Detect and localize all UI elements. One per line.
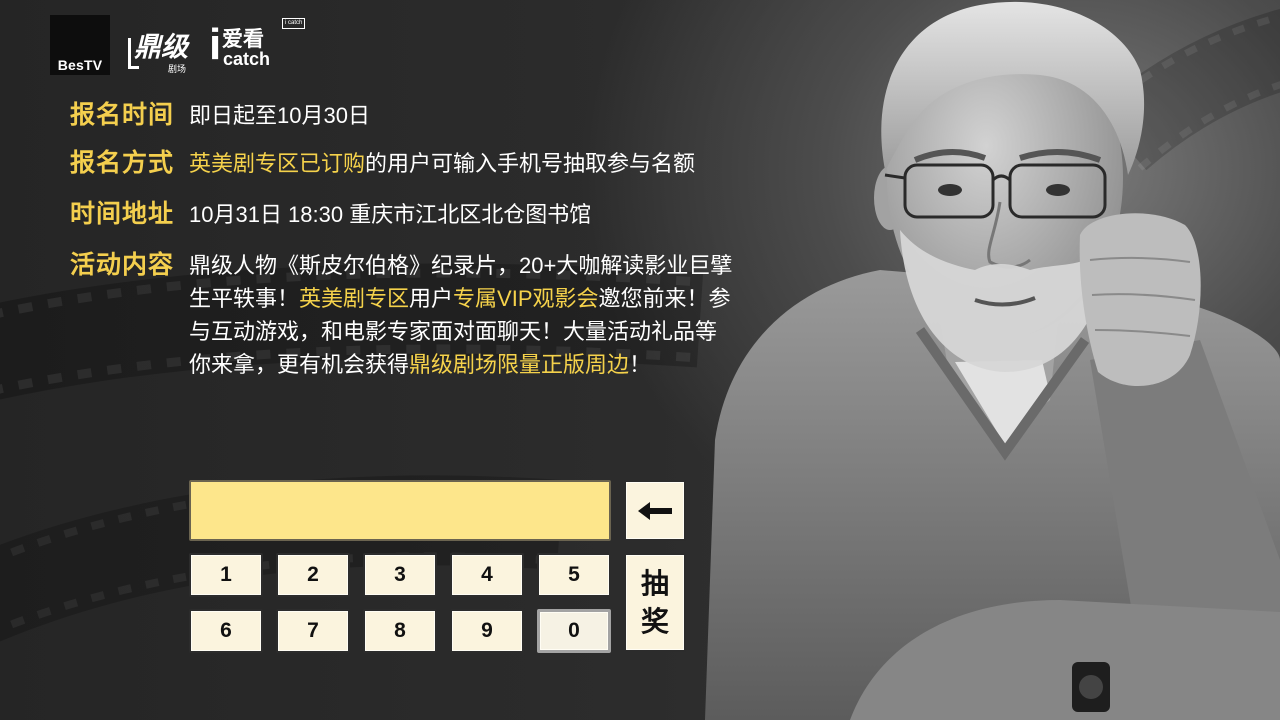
key-5[interactable]: 5 xyxy=(537,553,611,597)
icatch-logo: i 爱看 catch i catch xyxy=(207,18,306,72)
phone-number-input[interactable] xyxy=(189,480,611,541)
icatch-logo-i: i xyxy=(209,20,222,69)
key-4[interactable]: 4 xyxy=(450,553,524,597)
info-row-signup-method: 报名方式 英美剧专区已订购的用户可输入手机号抽取参与名额 xyxy=(70,147,695,180)
info-value: 10月31日 18:30 重庆市江北区北仓图书馆 xyxy=(189,198,591,231)
key-8[interactable]: 8 xyxy=(363,609,437,653)
info-row-signup-time: 报名时间 即日起至10月30日 xyxy=(70,99,370,132)
info-text-segment: 生平轶事！ xyxy=(189,286,300,311)
info-label: 活动内容 xyxy=(70,251,175,279)
info-text-segment: 英美剧专区已订购 xyxy=(189,151,366,176)
dingji-logo-main: 鼎级 xyxy=(134,32,188,62)
key-6[interactable]: 6 xyxy=(189,609,263,653)
info-value: 即日起至10月30日 xyxy=(189,99,370,132)
key-7[interactable]: 7 xyxy=(276,609,350,653)
info-line: 10月31日 18:30 重庆市江北区北仓图书馆 xyxy=(189,198,591,231)
info-text-segment: 英美剧专区 xyxy=(299,286,410,311)
info-line: 鼎级人物《斯皮尔伯格》纪录片，20+大咖解读影业巨擘 xyxy=(189,249,732,282)
info-value: 英美剧专区已订购的用户可输入手机号抽取参与名额 xyxy=(189,147,695,180)
info-text-segment: 专属VIP观影会 xyxy=(453,286,599,311)
draw-lottery-label: 抽奖 xyxy=(640,567,669,637)
icatch-logo-badge: i catch xyxy=(282,18,306,29)
bestv-logo: BesTV xyxy=(50,15,110,75)
info-text-segment: 的用户可输入手机号抽取参与名额 xyxy=(365,151,696,176)
info-line: 英美剧专区已订购的用户可输入手机号抽取参与名额 xyxy=(189,147,695,180)
info-text-segment: 鼎级人物《斯皮尔伯格》纪录片，20+大咖解读影业巨擘 xyxy=(189,253,733,278)
backspace-button[interactable] xyxy=(624,480,686,541)
info-row-time-place: 时间地址 10月31日 18:30 重庆市江北区北仓图书馆 xyxy=(70,198,591,231)
key-2[interactable]: 2 xyxy=(276,553,350,597)
dingji-theater-logo: 鼎级 剧场 xyxy=(128,32,194,76)
icatch-logo-en: catch xyxy=(223,49,271,69)
info-line: 与互动游戏，和电影专家面对面聊天！大量活动礼品等 xyxy=(189,315,732,348)
info-text-segment: 邀您前来！参 xyxy=(598,286,731,311)
info-text-segment: 你来拿，更有机会获得 xyxy=(189,352,410,377)
key-3[interactable]: 3 xyxy=(363,553,437,597)
info-text-segment: 鼎级剧场限量正版周边 xyxy=(409,352,630,377)
info-row-activity: 活动内容 鼎级人物《斯皮尔伯格》纪录片，20+大咖解读影业巨擘 生平轶事！英美剧… xyxy=(70,249,732,381)
key-9[interactable]: 9 xyxy=(450,609,524,653)
dingji-logo-sub: 剧场 xyxy=(168,64,187,74)
screen: BesTV 鼎级 剧场 i 爱看 catch i catch 报名时间 即日起至… xyxy=(0,0,1280,720)
info-text-segment: 与互动游戏，和电影专家面对面聊天！大量活动礼品等 xyxy=(189,319,718,344)
info-line: 你来拿，更有机会获得鼎级剧场限量正版周边！ xyxy=(189,348,732,381)
info-text-segment: 用户 xyxy=(409,286,454,311)
info-text-segment: 即日起至10月30日 xyxy=(189,103,370,128)
info-value: 鼎级人物《斯皮尔伯格》纪录片，20+大咖解读影业巨擘 生平轶事！英美剧专区用户专… xyxy=(189,249,732,381)
info-line: 生平轶事！英美剧专区用户专属VIP观影会邀您前来！参 xyxy=(189,282,732,315)
info-text-segment: ！ xyxy=(629,352,652,377)
info-text-segment: 10月31日 18:30 重庆市江北区北仓图书馆 xyxy=(189,202,592,227)
icatch-logo-cn: 爱看 xyxy=(222,28,264,51)
key-1[interactable]: 1 xyxy=(189,553,263,597)
info-label: 报名方式 xyxy=(70,149,175,177)
info-line: 即日起至10月30日 xyxy=(189,99,370,132)
info-label: 报名时间 xyxy=(70,101,175,129)
draw-lottery-button[interactable]: 抽奖 xyxy=(624,553,686,652)
key-0[interactable]: 0 xyxy=(537,609,611,653)
info-label: 时间地址 xyxy=(70,200,175,228)
backspace-arrow-icon xyxy=(638,501,672,520)
bestv-logo-text: BesTV xyxy=(57,57,103,73)
